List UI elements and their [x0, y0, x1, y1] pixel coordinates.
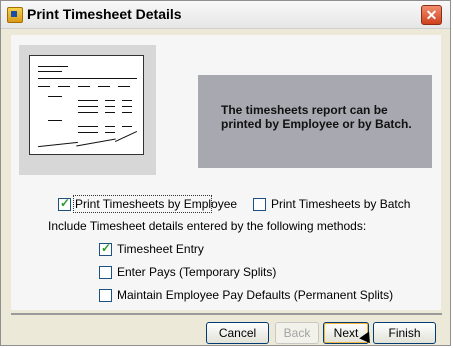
- window-title: Print Timesheet Details: [27, 6, 182, 22]
- methods-label: Include Timesheet details entered by the…: [48, 219, 367, 233]
- app-icon: [7, 7, 23, 23]
- report-preview-icon: [19, 45, 156, 175]
- print-by-batch-checkbox[interactable]: [253, 198, 266, 211]
- maintain-defaults-label[interactable]: Maintain Employee Pay Defaults (Permanen…: [117, 288, 393, 302]
- dialog-content: The timesheets report can be printed by …: [11, 35, 441, 310]
- cancel-button[interactable]: Cancel: [206, 322, 269, 344]
- info-text: The timesheets report can be printed by …: [221, 103, 412, 131]
- print-by-batch-label[interactable]: Print Timesheets by Batch: [271, 197, 410, 211]
- print-timesheet-dialog: Print Timesheet Details ✕ The timesheets…: [0, 0, 451, 347]
- back-button[interactable]: Back: [275, 322, 319, 344]
- enter-pays-label[interactable]: Enter Pays (Temporary Splits): [117, 265, 276, 279]
- timesheet-entry-checkbox[interactable]: [99, 241, 112, 256]
- finish-button[interactable]: Finish: [373, 322, 436, 344]
- print-by-employee-label[interactable]: Print Timesheets by Employee: [75, 197, 237, 211]
- report-sheet-illustration: [29, 55, 144, 155]
- maintain-defaults-checkbox[interactable]: [99, 289, 112, 302]
- close-button[interactable]: ✕: [421, 5, 442, 25]
- timesheet-entry-label[interactable]: Timesheet Entry: [117, 242, 204, 256]
- enter-pays-checkbox[interactable]: [99, 266, 112, 279]
- info-box: The timesheets report can be printed by …: [198, 75, 432, 168]
- print-by-employee-checkbox[interactable]: [58, 196, 71, 211]
- title-bar[interactable]: Print Timesheet Details ✕: [1, 1, 450, 29]
- separator: [11, 313, 442, 315]
